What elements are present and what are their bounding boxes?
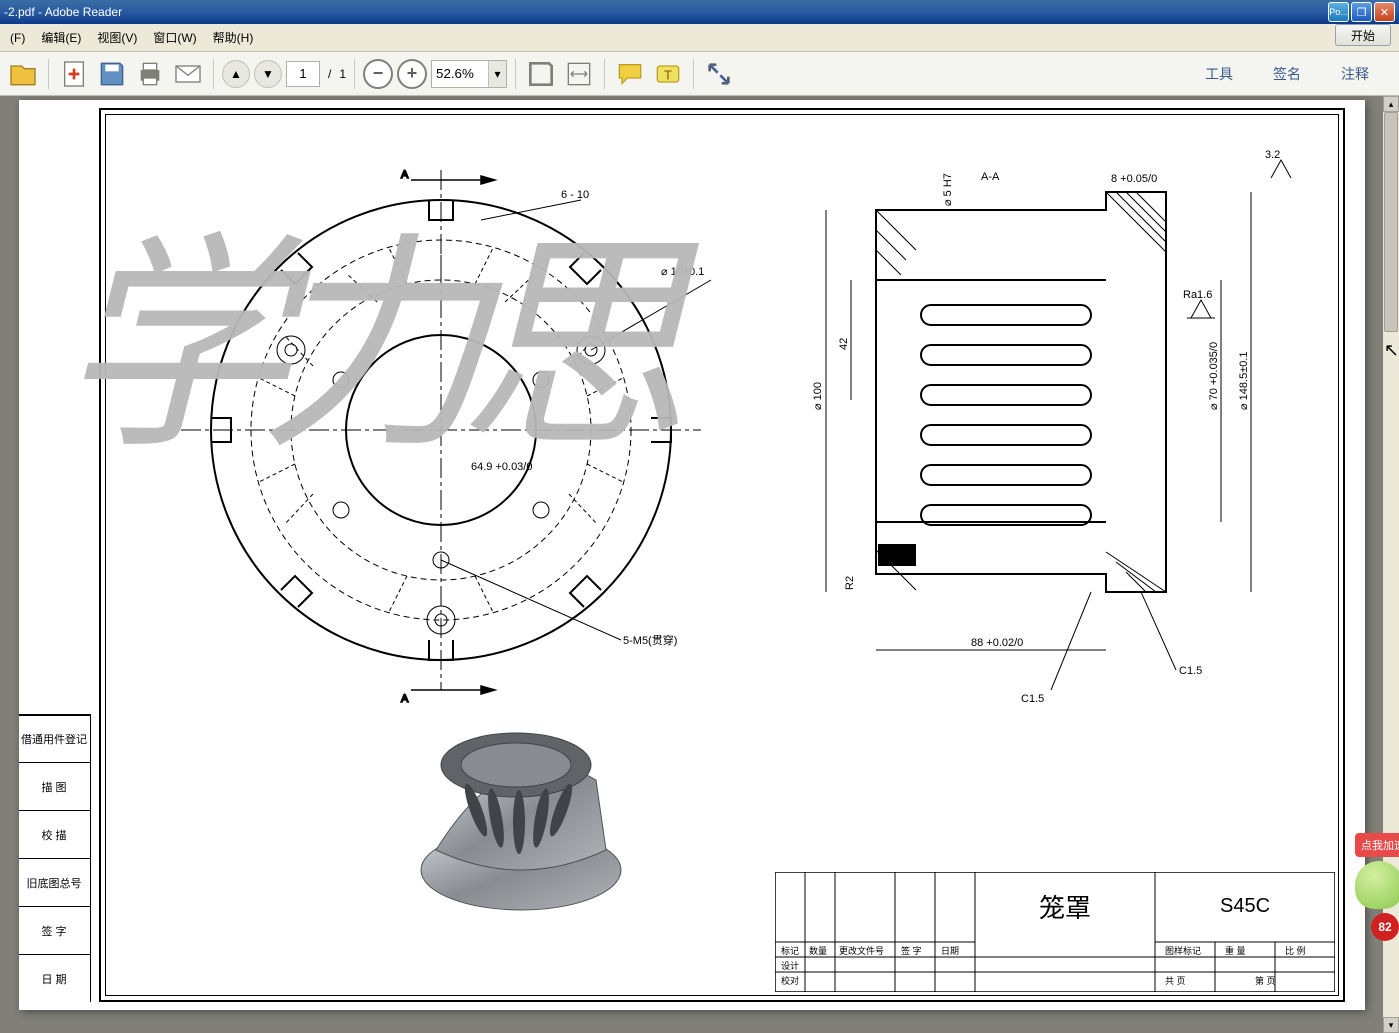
front-view: A A ⌀ 10±0.1 6 - 10 64.9 +0.03/0 5-M5(贯穿…	[161, 150, 721, 710]
menu-help[interactable]: 帮助(H)	[205, 25, 262, 50]
email-button[interactable]	[171, 57, 205, 91]
svg-text:⌀ 5 H7: ⌀ 5 H7	[942, 173, 954, 206]
svg-text:A-A: A-A	[981, 171, 1000, 183]
accelerator-widget[interactable]: 点我加速 82	[1355, 833, 1399, 953]
zoom-value-input[interactable]	[432, 61, 488, 87]
svg-text:日期: 日期	[941, 946, 959, 956]
side-row: 日 期	[19, 954, 91, 1002]
svg-text:A: A	[401, 169, 409, 181]
zoom-combo[interactable]: ▾	[431, 60, 507, 88]
comment-button[interactable]	[613, 57, 647, 91]
page-down-button[interactable]: ▼	[254, 60, 282, 88]
svg-text:S45C: S45C	[1219, 895, 1269, 917]
minimize-button[interactable]: Po...	[1328, 2, 1349, 22]
svg-text:签 字: 签 字	[901, 945, 922, 956]
svg-text:标记: 标记	[781, 945, 799, 956]
title-block: 笼罩 S45C 标记 数量 更改文件号 签 字 日期 设计 校对 图样标记 重 …	[775, 872, 1335, 992]
svg-text:R2: R2	[844, 576, 856, 590]
toolbar: ▲ ▼ / 1 − + ▾ T 工具 签名 注释	[0, 52, 1399, 96]
maximize-button[interactable]: ❐	[1351, 2, 1372, 22]
svg-text:⌀ 100: ⌀ 100	[812, 382, 824, 410]
svg-text:3.2: 3.2	[1265, 150, 1280, 161]
svg-text:5-M5(贯穿): 5-M5(贯穿)	[623, 633, 677, 647]
window-title: -2.pdf - Adobe Reader	[4, 5, 1328, 19]
svg-text:⌀ 148.5±0.1: ⌀ 148.5±0.1	[1238, 351, 1250, 410]
pdf-page: A A ⌀ 10±0.1 6 - 10 64.9 +0.03/0 5-M5(贯穿…	[19, 100, 1365, 1010]
annotate-panel-link[interactable]: 注释	[1333, 60, 1377, 88]
document-viewport[interactable]: A A ⌀ 10±0.1 6 - 10 64.9 +0.03/0 5-M5(贯穿…	[0, 96, 1383, 1033]
save-copy-button[interactable]	[524, 57, 558, 91]
svg-text:笼罩: 笼罩	[1038, 894, 1090, 923]
scroll-up-button[interactable]: ▴	[1383, 96, 1399, 112]
menu-file[interactable]: (F)	[2, 27, 33, 49]
fullscreen-button[interactable]	[702, 57, 736, 91]
page-number-input[interactable]	[286, 61, 320, 87]
zoom-out-button[interactable]: −	[363, 59, 393, 89]
drawing-frame: A A ⌀ 10±0.1 6 - 10 64.9 +0.03/0 5-M5(贯穿…	[99, 108, 1345, 1002]
tools-panel-link[interactable]: 工具	[1197, 60, 1241, 88]
close-button[interactable]: ✕	[1374, 2, 1395, 22]
side-row: 借通用件登记	[19, 714, 91, 762]
arrow-down-icon: ▼	[262, 67, 274, 81]
svg-text:8 +0.05/0: 8 +0.05/0	[1111, 173, 1157, 185]
svg-text:⌀ 10±0.1: ⌀ 10±0.1	[661, 266, 704, 278]
sign-panel-link[interactable]: 签名	[1265, 60, 1309, 88]
svg-text:图样标记: 图样标记	[1165, 945, 1201, 956]
section-view: A-A 3.2	[781, 150, 1301, 710]
widget-bubble[interactable]: 点我加速	[1355, 833, 1399, 857]
arrow-up-icon: ▲	[230, 67, 242, 81]
window-titlebar: -2.pdf - Adobe Reader Po... ❐ ✕	[0, 0, 1399, 24]
svg-text:⌀ 70 +0.035/0: ⌀ 70 +0.035/0	[1208, 342, 1220, 410]
svg-text:第 页: 第 页	[1255, 975, 1276, 986]
menubar: (F) 编辑(E) 视图(V) 窗口(W) 帮助(H)	[0, 24, 1399, 52]
svg-text:数量: 数量	[809, 945, 827, 956]
open-button[interactable]	[6, 57, 40, 91]
side-revision-table: 借通用件登记 描 图 校 描 旧底图总号 签 字 日 期	[19, 714, 91, 1002]
svg-text:88 +0.02/0: 88 +0.02/0	[971, 637, 1023, 649]
svg-text:Ra1.6: Ra1.6	[1183, 289, 1212, 301]
side-row: 签 字	[19, 906, 91, 954]
zoom-dropdown[interactable]: ▾	[488, 61, 506, 87]
widget-badge[interactable]: 82	[1371, 913, 1399, 941]
side-row: 校 描	[19, 810, 91, 858]
svg-text:更改文件号: 更改文件号	[839, 945, 884, 956]
side-row: 旧底图总号	[19, 858, 91, 906]
zoom-in-button[interactable]: +	[397, 59, 427, 89]
side-row: 描 图	[19, 762, 91, 810]
svg-text:共 页: 共 页	[1165, 976, 1186, 986]
fit-width-button[interactable]	[562, 57, 596, 91]
svg-text:重 量: 重 量	[1225, 945, 1246, 956]
svg-text:校对: 校对	[781, 975, 799, 986]
isometric-view	[381, 690, 641, 930]
svg-text:C1.5: C1.5	[1179, 665, 1202, 677]
menu-edit[interactable]: 编辑(E)	[33, 25, 89, 50]
svg-text:64.9 +0.03/0: 64.9 +0.03/0	[471, 461, 532, 473]
page-up-button[interactable]: ▲	[222, 60, 250, 88]
svg-text:6 - 10: 6 - 10	[561, 189, 589, 201]
start-button[interactable]: 开始	[1335, 24, 1391, 46]
page-total: 1	[339, 67, 346, 81]
highlight-button[interactable]: T	[651, 57, 685, 91]
svg-text:C1.5: C1.5	[1021, 693, 1044, 705]
print-button[interactable]	[133, 57, 167, 91]
save-button[interactable]	[95, 57, 129, 91]
page-separator: /	[324, 67, 335, 81]
menu-view[interactable]: 视图(V)	[89, 25, 145, 50]
widget-mascot-icon[interactable]	[1355, 861, 1399, 909]
svg-text:比 例: 比 例	[1285, 945, 1306, 956]
svg-text:42: 42	[838, 338, 850, 350]
scroll-down-button[interactable]: ▾	[1383, 1017, 1399, 1033]
menu-window[interactable]: 窗口(W)	[145, 25, 204, 50]
scroll-thumb[interactable]	[1384, 112, 1398, 332]
create-pdf-button[interactable]	[57, 57, 91, 91]
svg-text:T: T	[664, 67, 672, 82]
svg-text:设计: 设计	[781, 960, 799, 971]
